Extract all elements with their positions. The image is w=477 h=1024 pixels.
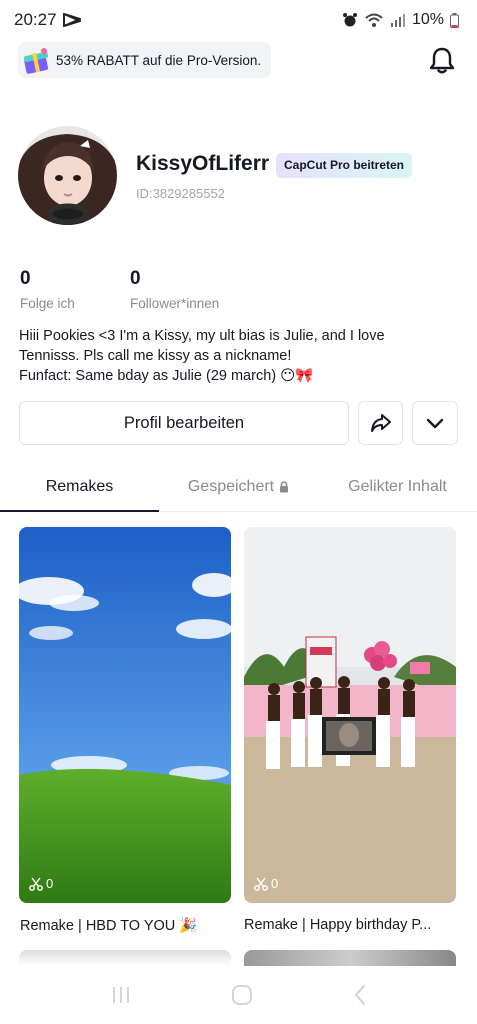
more-options-button[interactable] [412, 401, 458, 445]
tab-liked[interactable]: Gelikter Inhalt [318, 462, 477, 511]
home-icon[interactable] [231, 984, 253, 1006]
remake-card[interactable]: 0 [19, 527, 231, 903]
share-icon [370, 414, 391, 432]
edit-profile-label: Profil bearbeiten [123, 413, 245, 432]
followers-stat[interactable]: 0 Follower*innen [130, 268, 219, 311]
followers-label: Follower*innen [130, 296, 220, 311]
remake-title[interactable]: Remake | HBD TO YOU 🎉 [20, 917, 197, 934]
remake-count: 0 [254, 876, 278, 891]
remake-title[interactable]: Remake | Happy birthday P... [244, 917, 456, 933]
avatar[interactable] [18, 126, 117, 225]
lock-icon [280, 480, 289, 492]
remake-card-peek[interactable] [19, 950, 231, 966]
chevron-down-icon [426, 418, 444, 429]
wifi-icon [365, 13, 383, 27]
remake-thumbnail [19, 527, 231, 903]
remake-card-peek[interactable] [244, 950, 456, 966]
tab-remakes[interactable]: Remakes [0, 462, 159, 512]
pro-discount-banner[interactable]: 53% RABATT auf die Pro-Version. [18, 42, 272, 78]
scissors-icon [254, 877, 268, 891]
alarm-icon [342, 13, 357, 27]
signal-icon [390, 14, 405, 27]
remake-thumbnail [244, 527, 456, 903]
tab-liked-label: Gelikter Inhalt [348, 477, 447, 495]
content-tabs: Remakes Gespeichert Gelikter Inhalt [0, 462, 477, 512]
remake-count-value: 0 [46, 876, 54, 891]
capcut-pro-badge[interactable]: CapCut Pro beitreten [276, 153, 413, 178]
share-button[interactable] [358, 401, 403, 445]
gift-icon [24, 48, 49, 74]
scissors-icon [29, 877, 43, 891]
back-icon[interactable] [352, 984, 368, 1006]
tab-remakes-label: Remakes [45, 477, 114, 495]
bell-icon[interactable] [426, 44, 458, 76]
user-id: ID:3829285552 [136, 186, 225, 201]
system-nav-bar [0, 966, 477, 1024]
followers-count: 0 [130, 268, 141, 289]
promo-text: 53% RABATT auf die Pro-Version. [56, 52, 262, 68]
following-label: Folge ich [20, 296, 75, 311]
remake-count-value: 0 [271, 876, 279, 891]
remake-count: 0 [29, 876, 53, 891]
status-bar: 20:27 10% [0, 0, 477, 40]
bio-line: Hiii Pookies <3 I'm a Kissy, my ult bias… [19, 328, 385, 344]
tab-saved[interactable]: Gespeichert [159, 462, 318, 511]
bio-line: Tennisss. Pls call me kissy as a nicknam… [19, 348, 292, 364]
profile-bio: Hiii Pookies <3 I'm a Kissy, my ult bias… [19, 326, 459, 386]
recent-apps-icon[interactable] [110, 985, 132, 1005]
bio-line: Funfact: Same bday as Julie (29 march) 😶… [19, 368, 314, 384]
following-stat[interactable]: 0 Folge ich [20, 268, 75, 311]
status-time: 20:27 [14, 10, 57, 29]
following-count: 0 [20, 268, 31, 289]
battery-percent: 10% [411, 11, 444, 28]
tab-saved-label: Gespeichert [187, 477, 275, 495]
remake-card[interactable]: 0 [244, 527, 456, 903]
capcut-notification-icon [62, 13, 81, 27]
battery-icon [450, 12, 459, 28]
username: KissyOfLiferr [136, 152, 270, 175]
edit-profile-button[interactable]: Profil bearbeiten [19, 401, 349, 445]
